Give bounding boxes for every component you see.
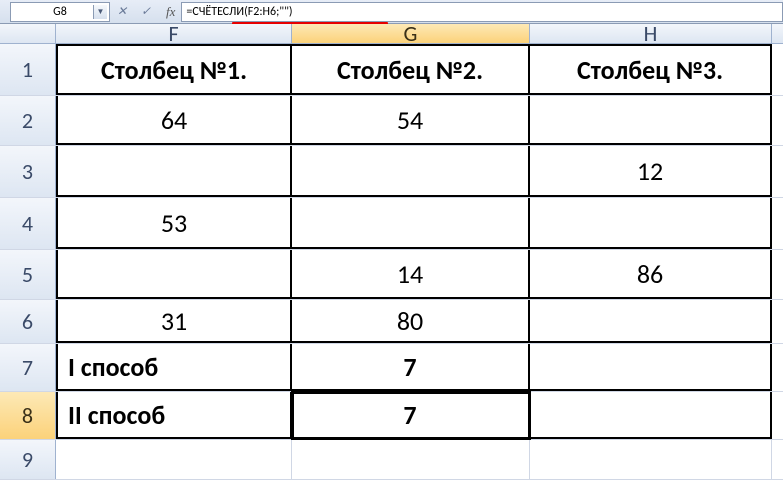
cell-f5[interactable] bbox=[56, 250, 292, 299]
enter-icon[interactable]: ✓ bbox=[134, 2, 158, 22]
cell-h1[interactable]: Столбец №3. bbox=[530, 44, 772, 95]
cell-f3[interactable] bbox=[56, 146, 292, 197]
cell-h7[interactable] bbox=[530, 344, 772, 391]
cell-h2[interactable] bbox=[530, 96, 772, 145]
row-header-9[interactable]: 9 bbox=[0, 440, 56, 479]
cell-g1[interactable]: Столбец №2. bbox=[292, 44, 530, 95]
col-header-g[interactable]: G bbox=[292, 24, 530, 43]
row-5: 5 14 86 bbox=[0, 250, 783, 300]
cell-f2[interactable]: 64 bbox=[56, 96, 292, 145]
cell-g6[interactable]: 80 bbox=[292, 300, 530, 343]
row-header-4[interactable]: 4 bbox=[0, 198, 56, 249]
row-header-3[interactable]: 3 bbox=[0, 146, 56, 197]
select-all-corner[interactable] bbox=[0, 24, 56, 43]
cell-g2[interactable]: 54 bbox=[292, 96, 530, 145]
cell-g3[interactable] bbox=[292, 146, 530, 197]
row-8: 8 II способ 7 bbox=[0, 392, 783, 440]
cell-f6[interactable]: 31 bbox=[56, 300, 292, 343]
row-9: 9 bbox=[0, 440, 783, 480]
col-header-h[interactable]: H bbox=[530, 24, 772, 43]
cell-h4[interactable] bbox=[530, 198, 772, 249]
column-headers: F G H bbox=[0, 24, 783, 44]
cell-h9[interactable] bbox=[530, 440, 772, 479]
cell-h3[interactable]: 12 bbox=[530, 146, 772, 197]
cell-f7[interactable]: I способ bbox=[56, 344, 292, 391]
row-6: 6 31 80 bbox=[0, 300, 783, 344]
col-header-f[interactable]: F bbox=[56, 24, 292, 43]
row-header-1[interactable]: 1 bbox=[0, 44, 56, 95]
name-box[interactable]: G8 ▼ bbox=[10, 2, 110, 22]
cell-g8[interactable]: 7 bbox=[292, 392, 530, 439]
cell-f1[interactable]: Столбец №1. bbox=[56, 44, 292, 95]
cell-g5[interactable]: 14 bbox=[292, 250, 530, 299]
formula-text: =СЧЁТЕСЛИ(F2:H6;"") bbox=[186, 5, 292, 19]
cell-g7[interactable]: 7 bbox=[292, 344, 530, 391]
cell-reference: G8 bbox=[53, 5, 67, 19]
row-3: 3 12 bbox=[0, 146, 783, 198]
name-box-dropdown-icon[interactable]: ▼ bbox=[93, 5, 107, 19]
row-header-5[interactable]: 5 bbox=[0, 250, 56, 299]
row-header-8[interactable]: 8 bbox=[0, 392, 56, 439]
cell-f4[interactable]: 53 bbox=[56, 198, 292, 249]
cell-f9[interactable] bbox=[56, 440, 292, 479]
cancel-icon[interactable]: ✕ bbox=[110, 2, 134, 22]
row-2: 2 64 54 bbox=[0, 96, 783, 146]
cell-f8[interactable]: II способ bbox=[56, 392, 292, 439]
cell-h5[interactable]: 86 bbox=[530, 250, 772, 299]
cell-g9[interactable] bbox=[292, 440, 530, 479]
cell-g4[interactable] bbox=[292, 198, 530, 249]
formula-input[interactable]: =СЧЁТЕСЛИ(F2:H6;"") bbox=[181, 2, 783, 22]
row-header-2[interactable]: 2 bbox=[0, 96, 56, 145]
spreadsheet: F G H 1 Столбец №1. Столбец №2. Столбец … bbox=[0, 24, 783, 503]
fx-icon[interactable]: fx bbox=[166, 4, 175, 20]
row-header-6[interactable]: 6 bbox=[0, 300, 56, 343]
cell-h6[interactable] bbox=[530, 300, 772, 343]
row-7: 7 I способ 7 bbox=[0, 344, 783, 392]
formula-bar: G8 ▼ ✕ ✓ fx =СЧЁТЕСЛИ(F2:H6;"") bbox=[0, 0, 783, 24]
row-4: 4 53 bbox=[0, 198, 783, 250]
row-header-7[interactable]: 7 bbox=[0, 344, 56, 391]
cell-h8[interactable] bbox=[530, 392, 772, 439]
row-1: 1 Столбец №1. Столбец №2. Столбец №3. bbox=[0, 44, 783, 96]
